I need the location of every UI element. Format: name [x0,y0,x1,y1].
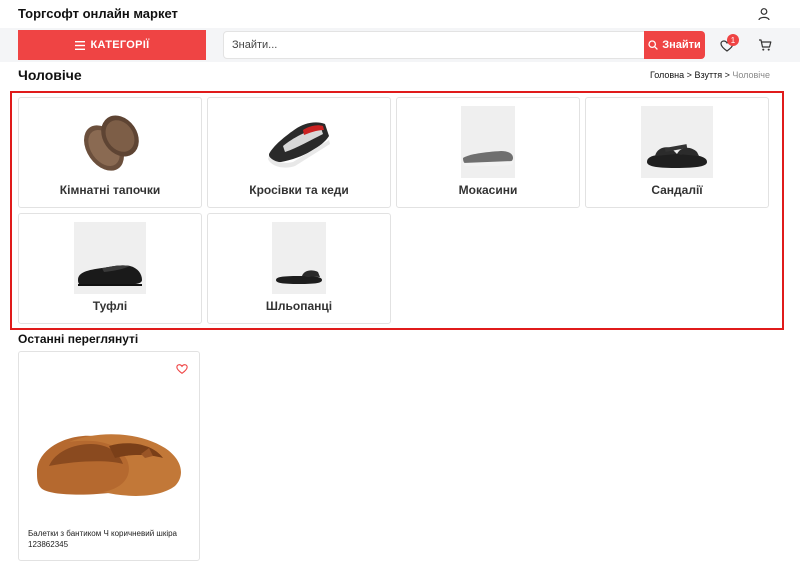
moccasins-image [461,106,515,178]
product-card[interactable]: Балетки з бантиком Ч коричневий шкіра 12… [18,351,200,561]
search-bar: Знайти [223,31,705,59]
nav-bar: КАТЕГОРІЇ Знайти 1 [0,28,800,62]
search-icon [648,40,659,50]
heart-icon[interactable] [176,363,188,375]
category-tile-moccasins[interactable]: Мокасини [396,97,580,208]
product-code: 123862345 [28,540,69,549]
sneakers-image [263,106,335,178]
recently-viewed-title: Останні переглянуті [18,332,139,346]
category-label: Кросівки та кеди [249,183,349,197]
category-label: Кімнатні тапочки [59,183,161,197]
page-title: Чоловіче [18,67,82,83]
categories-button[interactable]: КАТЕГОРІЇ [18,30,206,60]
search-input[interactable] [224,32,644,58]
flip-flops-image [272,222,326,294]
category-tile-shoes[interactable]: Туфлі [18,213,202,324]
category-label: Шльопанці [265,299,333,313]
shoes-image [74,222,146,294]
category-tile-flip-flops[interactable]: Шльопанці [207,213,391,324]
category-label: Мокасини [458,183,518,197]
wishlist-count-badge: 1 [727,34,739,46]
breadcrumb: Головна > Взуття > Чоловіче [649,70,770,80]
top-bar: Торгсофт онлайн маркет [0,0,800,28]
category-tile-slippers[interactable]: Кімнатні тапочки [18,97,202,208]
search-button[interactable]: Знайти [644,31,705,59]
category-tile-sandals[interactable]: Сандалії [585,97,769,208]
menu-icon [74,40,85,50]
breadcrumb-shoes[interactable]: Взуття [694,70,722,80]
breadcrumb-home[interactable]: Головна [650,70,684,80]
category-label: Сандалії [651,183,703,197]
sandals-image [641,106,713,178]
cart-icon[interactable] [758,38,772,52]
product-name[interactable]: Балетки з бантиком Ч коричневий шкіра [28,529,196,538]
category-tile-sneakers[interactable]: Кросівки та кеди [207,97,391,208]
category-label: Туфлі [92,299,128,313]
user-icon[interactable] [756,6,772,22]
brand-title[interactable]: Торгсофт онлайн маркет [18,6,178,21]
breadcrumb-current: Чоловіче [732,70,770,80]
search-button-label: Знайти [662,39,701,51]
product-image [37,434,181,496]
slippers-image [74,106,146,178]
categories-label: КАТЕГОРІЇ [90,39,150,51]
